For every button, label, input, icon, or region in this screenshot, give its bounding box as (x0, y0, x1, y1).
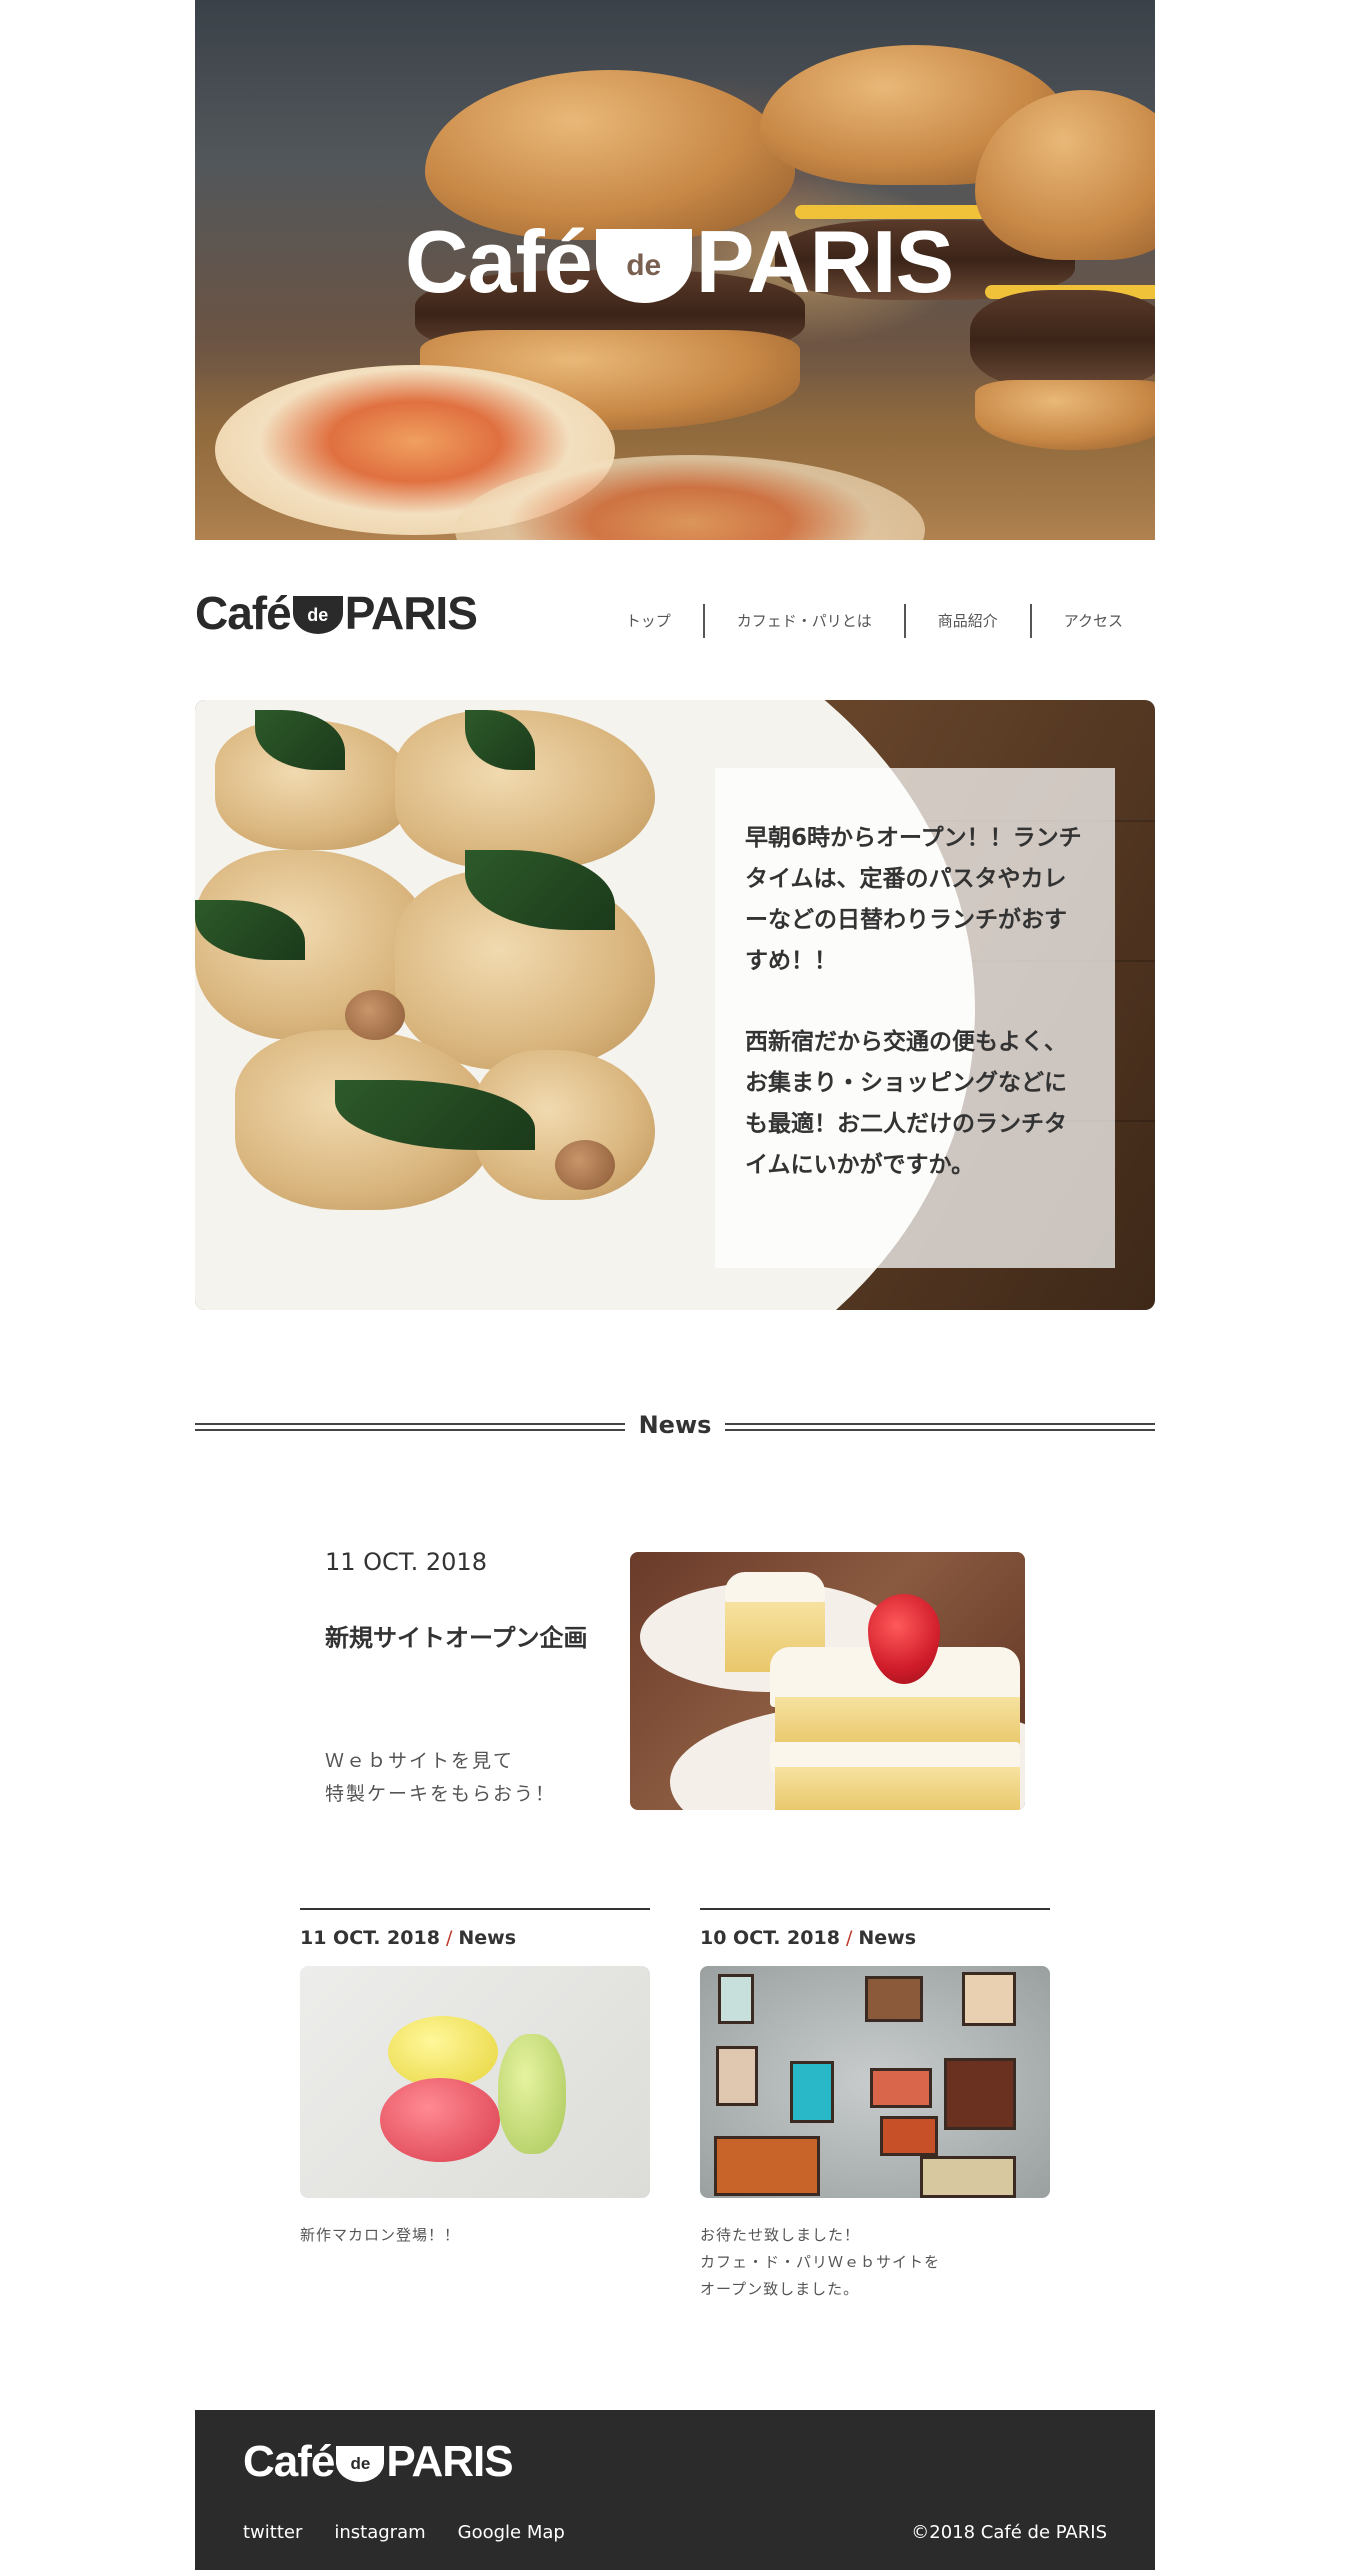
news-card[interactable]: 10 OCT. 2018/News お待たせ致しました！ カフェ・ド・パリＷｅｂ… (700, 1908, 1050, 2303)
sign-frame (920, 2156, 1016, 2198)
card-date: 11 OCT. 2018 (300, 1927, 440, 1949)
logo-cafe: Café (195, 587, 292, 639)
sign-frame (716, 2046, 758, 2106)
nav-products[interactable]: 商品紹介 (903, 604, 1030, 638)
card-rule (700, 1908, 1050, 1910)
card-date: 10 OCT. 2018 (700, 1927, 840, 1949)
cake-image[interactable] (630, 1552, 1025, 1810)
news-title: News (638, 1411, 712, 1439)
cake-sponge-bottom (775, 1767, 1020, 1810)
logo-paris: PARIS (344, 587, 478, 639)
nav-about[interactable]: カフェド・パリとは (702, 604, 904, 638)
card-text-line: オープン致しました。 (700, 2280, 860, 2298)
shelf-sign (865, 1976, 923, 2022)
burger-patty-3 (970, 290, 1155, 390)
feature-paragraph-1: 早朝6時からオープン！！ランチタイムは、定番のパスタやカレーなどの日替わりランチ… (745, 825, 1082, 974)
hero-banner: Café de PARIS (195, 0, 1155, 540)
featured-news-line-1: Ｗｅｂサイトを見て (325, 1750, 515, 1772)
coffee-sign (714, 2136, 820, 2196)
card-text-line: カフェ・ド・パリＷｅｂサイトを (700, 2253, 941, 2271)
logo-cup-icon: de (595, 229, 692, 303)
sign-frame (718, 1974, 754, 2024)
coffee-signs-image[interactable] (700, 1966, 1050, 2198)
site-header: Café de PARIS トップ カフェド・パリとは 商品紹介 アクセス (195, 560, 1155, 680)
sign-frame (962, 1972, 1016, 2026)
card-meta: 10 OCT. 2018/News (700, 1926, 1050, 1950)
card-category[interactable]: News (458, 1927, 516, 1949)
logo-cafe: Café (405, 212, 593, 311)
feature-text-box: 早朝6時からオープン！！ランチタイムは、定番のパスタやカレーなどの日替わりランチ… (715, 768, 1115, 1268)
macaron-image[interactable] (300, 1966, 650, 2198)
nav-top[interactable]: トップ (594, 604, 703, 638)
footer-logo[interactable]: Café de PARIS (243, 2437, 514, 2486)
logo-cafe: Café (243, 2437, 335, 2486)
sign-frame (880, 2116, 938, 2156)
feature-paragraph-2: 西新宿だから交通の便もよく、お集まり・ショッピングなどにも最適！お二人だけのラン… (745, 1029, 1067, 1178)
card-separator: / (845, 1927, 853, 1949)
featured-news-title[interactable]: 新規サイトオープン企画 (325, 1618, 588, 1653)
cake-sponge (775, 1697, 1020, 1747)
hero-logo: Café de PARIS (405, 212, 954, 311)
green-macaron (498, 2034, 566, 2154)
mushroom (345, 990, 405, 1040)
card-meta: 11 OCT. 2018/News (300, 1926, 650, 1950)
card-text-line: 新作マカロン登場！！ (300, 2226, 461, 2244)
logo-cup-icon: de (336, 2446, 385, 2482)
pink-macaron (380, 2078, 500, 2162)
sign-frame (944, 2058, 1016, 2130)
logo-paris: PARIS (386, 2437, 513, 2486)
coffee-sign (870, 2068, 932, 2108)
footer-links: twitter instagram Google Map (243, 2522, 597, 2543)
card-text: お待たせ致しました！ カフェ・ド・パリＷｅｂサイトを オープン致しました。 (700, 2222, 1050, 2303)
header-logo[interactable]: Café de PARIS (195, 587, 478, 639)
instagram-link[interactable]: instagram (334, 2522, 425, 2543)
news-cards: 11 OCT. 2018/News 新作マカロン登場！！ 10 OCT. 201… (195, 1908, 1155, 2328)
coffee-sign (790, 2061, 834, 2123)
featured-news-text: Ｗｅｂサイトを見て 特製ケーキをもらおう！ (325, 1745, 556, 1811)
card-text-line: お待たせ致しました！ (700, 2226, 861, 2244)
news-card[interactable]: 11 OCT. 2018/News 新作マカロン登場！！ (300, 1908, 650, 2249)
copyright: ©2018 Café de PARIS (911, 2522, 1107, 2543)
card-separator: / (445, 1927, 453, 1949)
featured-news[interactable]: 11 OCT. 2018 新規サイトオープン企画 Ｗｅｂサイトを見て 特製ケーキ… (195, 1540, 1155, 1810)
news-heading: News (195, 1405, 1155, 1445)
twitter-link[interactable]: twitter (243, 2522, 302, 2543)
back-cake-cream (725, 1572, 825, 1602)
card-rule (300, 1908, 650, 1910)
featured-news-line-2: 特製ケーキをもらおう！ (325, 1783, 557, 1805)
featured-news-date: 11 OCT. 2018 (325, 1548, 487, 1576)
main-nav: トップ カフェド・パリとは 商品紹介 アクセス (594, 604, 1155, 638)
google-map-link[interactable]: Google Map (458, 2522, 565, 2543)
feature-section: 早朝6時からオープン！！ランチタイムは、定番のパスタやカレーなどの日替わりランチ… (195, 700, 1155, 1310)
logo-paris: PARIS (695, 212, 954, 311)
nav-access[interactable]: アクセス (1029, 604, 1155, 638)
card-category[interactable]: News (858, 1927, 916, 1949)
site-footer: Café de PARIS twitter instagram Google M… (195, 2410, 1155, 2570)
mushroom (555, 1140, 615, 1190)
logo-cup-icon: de (292, 596, 343, 634)
card-text: 新作マカロン登場！！ (300, 2222, 650, 2249)
